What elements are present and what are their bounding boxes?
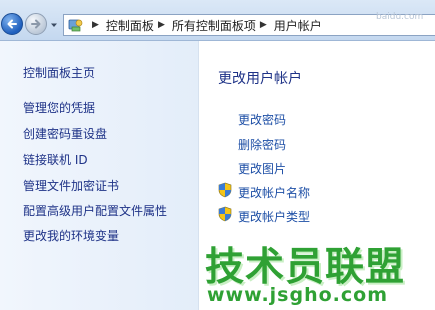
page-title: 更改用户帐户 [218, 71, 302, 87]
breadcrumb-user-accounts[interactable]: 用户帐户 [274, 17, 322, 34]
control-panel-icon [68, 19, 83, 32]
create-password-reset-disk-link[interactable]: 创建密码重设盘 [23, 125, 107, 142]
remove-password-link[interactable]: 删除密码 [238, 136, 286, 153]
manage-credentials-link[interactable]: 管理您的凭据 [23, 99, 95, 116]
change-password-link[interactable]: 更改密码 [238, 111, 286, 128]
back-button[interactable] [1, 13, 23, 35]
navigation-bar: baidu.com ▶ 控制面板 ▶ 所有控制面板项 ▶ 用户帐户 [0, 0, 435, 41]
change-account-type-link[interactable]: 更改帐户类型 [238, 208, 310, 225]
uac-shield-icon [218, 206, 232, 222]
forward-button[interactable] [25, 13, 47, 35]
history-dropdown-icon[interactable] [50, 21, 58, 29]
uac-shield-icon [218, 182, 232, 198]
control-panel-home-link[interactable]: 控制面板主页 [23, 64, 95, 81]
back-arrow-icon [7, 19, 17, 29]
breadcrumb-control-panel[interactable]: 控制面板 [106, 17, 154, 34]
breadcrumb-separator-icon[interactable]: ▶ [92, 20, 99, 30]
change-environment-variables-link[interactable]: 更改我的环境变量 [23, 227, 119, 244]
address-bar[interactable]: baidu.com ▶ 控制面板 ▶ 所有控制面板项 ▶ 用户帐户 [63, 12, 435, 36]
breadcrumb-all-items[interactable]: 所有控制面板项 [172, 17, 256, 34]
faded-url-text: baidu.com [376, 12, 424, 22]
watermark-url: www.jsgho.com [207, 284, 388, 306]
advanced-profile-properties-link[interactable]: 配置高级用户配置文件属性 [23, 202, 167, 219]
breadcrumb-separator-icon[interactable]: ▶ [260, 20, 267, 30]
change-account-name-link[interactable]: 更改帐户名称 [238, 184, 310, 201]
change-picture-link[interactable]: 更改图片 [238, 160, 286, 177]
site-watermark: 技术员联盟 www.jsgho.com [205, 236, 435, 310]
link-online-id-link[interactable]: 链接联机 ID [23, 151, 88, 168]
forward-arrow-icon [31, 19, 41, 29]
left-task-pane: 控制面板主页 管理您的凭据 创建密码重设盘 链接联机 ID 管理文件加密证书 配… [0, 41, 199, 310]
manage-encryption-certificates-link[interactable]: 管理文件加密证书 [23, 177, 119, 194]
breadcrumb-separator-icon[interactable]: ▶ [158, 20, 165, 30]
breadcrumb: ▶ 控制面板 ▶ 所有控制面板项 ▶ 用户帐户 [88, 15, 322, 35]
